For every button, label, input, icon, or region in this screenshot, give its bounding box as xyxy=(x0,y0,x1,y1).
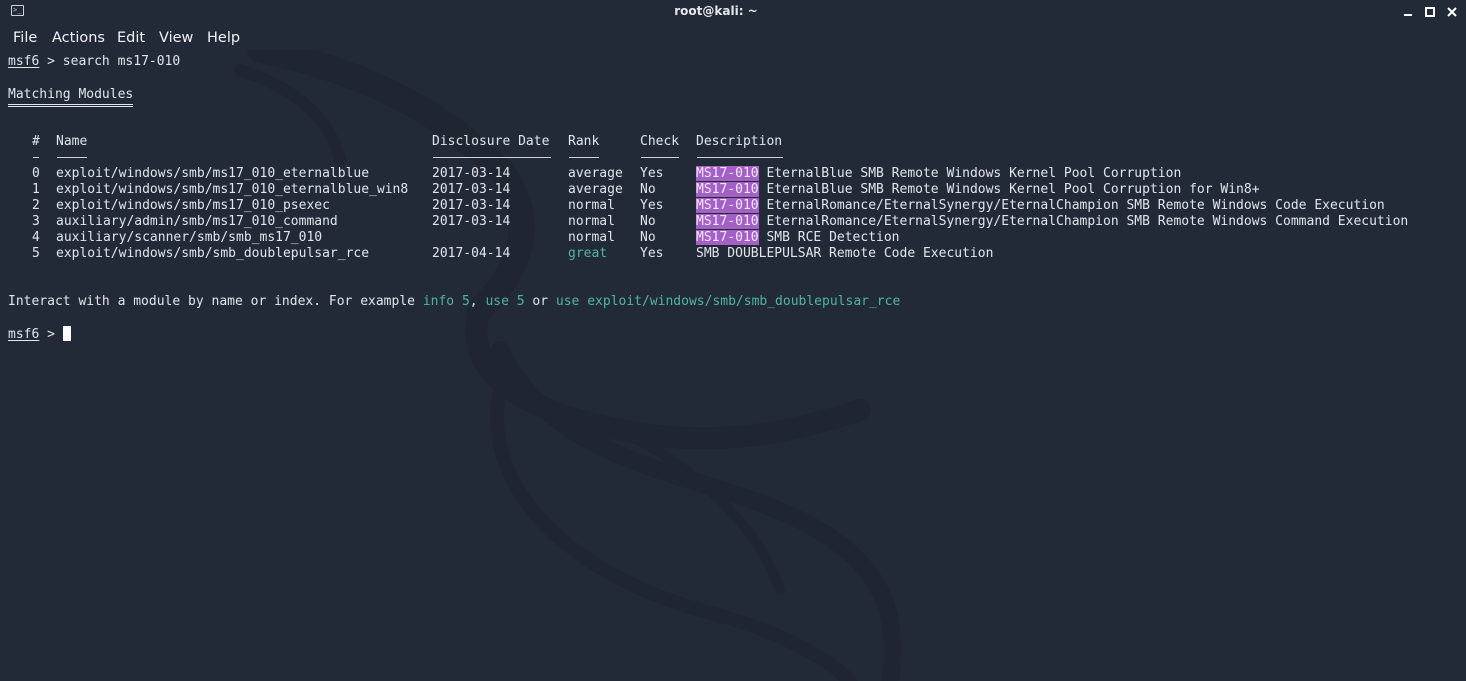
header-date: Disclosure Date xyxy=(432,134,550,149)
row-check: No xyxy=(640,214,656,229)
row-date: 2017-03-14 xyxy=(432,166,511,181)
row-num: 1 xyxy=(32,182,40,197)
maximize-button[interactable] xyxy=(1421,3,1439,21)
current-prompt-line[interactable]: msf6 > xyxy=(8,326,71,343)
row-date: 2017-03-14 xyxy=(432,198,511,213)
row-description: MS17-010 EternalRomance/EternalSynergy/E… xyxy=(696,198,1385,214)
row-num: 3 xyxy=(32,214,40,229)
header-description: Description xyxy=(696,134,783,149)
row-rank: normal xyxy=(568,214,615,229)
row-check: No xyxy=(640,182,656,197)
window-title: root@kali: ~ xyxy=(674,4,758,18)
prompt: msf6 xyxy=(8,327,40,342)
header-divider xyxy=(57,157,87,158)
terminal-area[interactable]: msf6 > search ms17-010 Matching Modules … xyxy=(0,50,1466,681)
header-divider xyxy=(569,157,599,158)
header-num: # xyxy=(32,134,40,149)
match-highlight: MS17-010 xyxy=(696,198,759,213)
header-divider xyxy=(641,157,679,158)
menu-help[interactable]: Help xyxy=(207,29,240,47)
hint-example-use-index: use 5 xyxy=(485,294,525,309)
row-rank: average xyxy=(568,182,623,197)
row-name: exploit/windows/smb/ms17_010_psexec xyxy=(56,198,330,213)
row-num: 2 xyxy=(32,198,40,213)
text-cursor xyxy=(62,326,71,341)
row-rank: great xyxy=(568,246,608,261)
row-description-text: EternalRomance/EternalSynergy/EternalCha… xyxy=(758,214,1409,229)
hint-separator: , xyxy=(469,294,486,309)
row-description-text: EternalBlue SMB Remote Windows Kernel Po… xyxy=(758,166,1182,181)
header-check: Check xyxy=(640,134,680,149)
prompt-separator: > xyxy=(39,327,63,342)
menu-actions[interactable]: Actions xyxy=(52,29,105,47)
close-icon xyxy=(1447,7,1457,17)
header-name: Name xyxy=(56,134,88,149)
hint-separator: or xyxy=(524,294,556,309)
command-text: search ms17-010 xyxy=(62,54,181,69)
section-title-text: Matching Modules xyxy=(8,86,134,107)
row-name: exploit/windows/smb/ms17_010_eternalblue… xyxy=(56,182,409,197)
row-description-text: EternalRomance/EternalSynergy/EternalCha… xyxy=(758,198,1385,213)
menu-view[interactable]: View xyxy=(159,29,193,47)
row-name: auxiliary/admin/smb/ms17_010_command xyxy=(56,214,338,229)
row-num: 5 xyxy=(32,246,40,261)
row-description-text: SMB RCE Detection xyxy=(758,230,900,245)
row-num: 4 xyxy=(32,230,40,245)
row-description-text: SMB DOUBLEPULSAR Remote Code Execution xyxy=(696,246,994,261)
row-check: Yes xyxy=(640,166,664,181)
header-divider xyxy=(697,157,783,158)
hint-example-info: info 5 xyxy=(422,294,470,309)
command-line: msf6 > search ms17-010 xyxy=(8,54,180,70)
close-button[interactable] xyxy=(1443,3,1461,21)
title-bar: >_ root@kali: ~ xyxy=(0,0,1466,24)
row-date: 2017-04-14 xyxy=(432,246,511,261)
row-name: exploit/windows/smb/smb_doublepulsar_rce xyxy=(56,246,370,261)
row-description: MS17-010 EternalBlue SMB Remote Windows … xyxy=(696,182,1260,198)
prompt: msf6 xyxy=(8,54,40,69)
row-date: 2017-03-14 xyxy=(432,214,511,229)
row-rank: normal xyxy=(568,198,615,213)
row-rank: normal xyxy=(568,230,615,245)
section-title: Matching Modules xyxy=(8,86,134,107)
row-name: auxiliary/scanner/smb/smb_ms17_010 xyxy=(56,230,323,245)
hint-prefix: Interact with a module by name or index.… xyxy=(8,294,423,309)
header-divider xyxy=(433,157,551,158)
minimize-icon xyxy=(1404,14,1412,16)
maximize-icon xyxy=(1425,7,1435,17)
match-highlight: MS17-010 xyxy=(696,230,759,245)
row-rank: average xyxy=(568,166,623,181)
match-highlight: MS17-010 xyxy=(696,182,759,197)
menu-file[interactable]: File xyxy=(13,29,37,47)
minimize-button[interactable] xyxy=(1399,3,1417,21)
header-divider xyxy=(33,157,39,158)
row-check: No xyxy=(640,230,656,245)
menu-bar: File Actions Edit View Help xyxy=(0,25,1466,50)
row-description: MS17-010 EternalRomance/EternalSynergy/E… xyxy=(696,214,1408,230)
row-description: SMB DOUBLEPULSAR Remote Code Execution xyxy=(696,246,993,262)
row-num: 0 xyxy=(32,166,40,181)
row-check: Yes xyxy=(640,246,664,261)
header-rank: Rank xyxy=(568,134,600,149)
prompt-separator: > xyxy=(39,54,63,69)
row-date: 2017-03-14 xyxy=(432,182,511,197)
row-description: MS17-010 EternalBlue SMB Remote Windows … xyxy=(696,166,1181,182)
hint-example-use-name: use exploit/windows/smb/smb_doublepulsar… xyxy=(555,294,901,309)
hint-line: Interact with a module by name or index.… xyxy=(8,294,900,310)
match-highlight: MS17-010 xyxy=(696,214,759,229)
row-name: exploit/windows/smb/ms17_010_eternalblue xyxy=(56,166,370,181)
match-highlight: MS17-010 xyxy=(696,166,759,181)
row-description: MS17-010 SMB RCE Detection xyxy=(696,230,900,246)
row-check: Yes xyxy=(640,198,664,213)
row-description-text: EternalBlue SMB Remote Windows Kernel Po… xyxy=(758,182,1260,197)
menu-edit[interactable]: Edit xyxy=(117,29,145,47)
